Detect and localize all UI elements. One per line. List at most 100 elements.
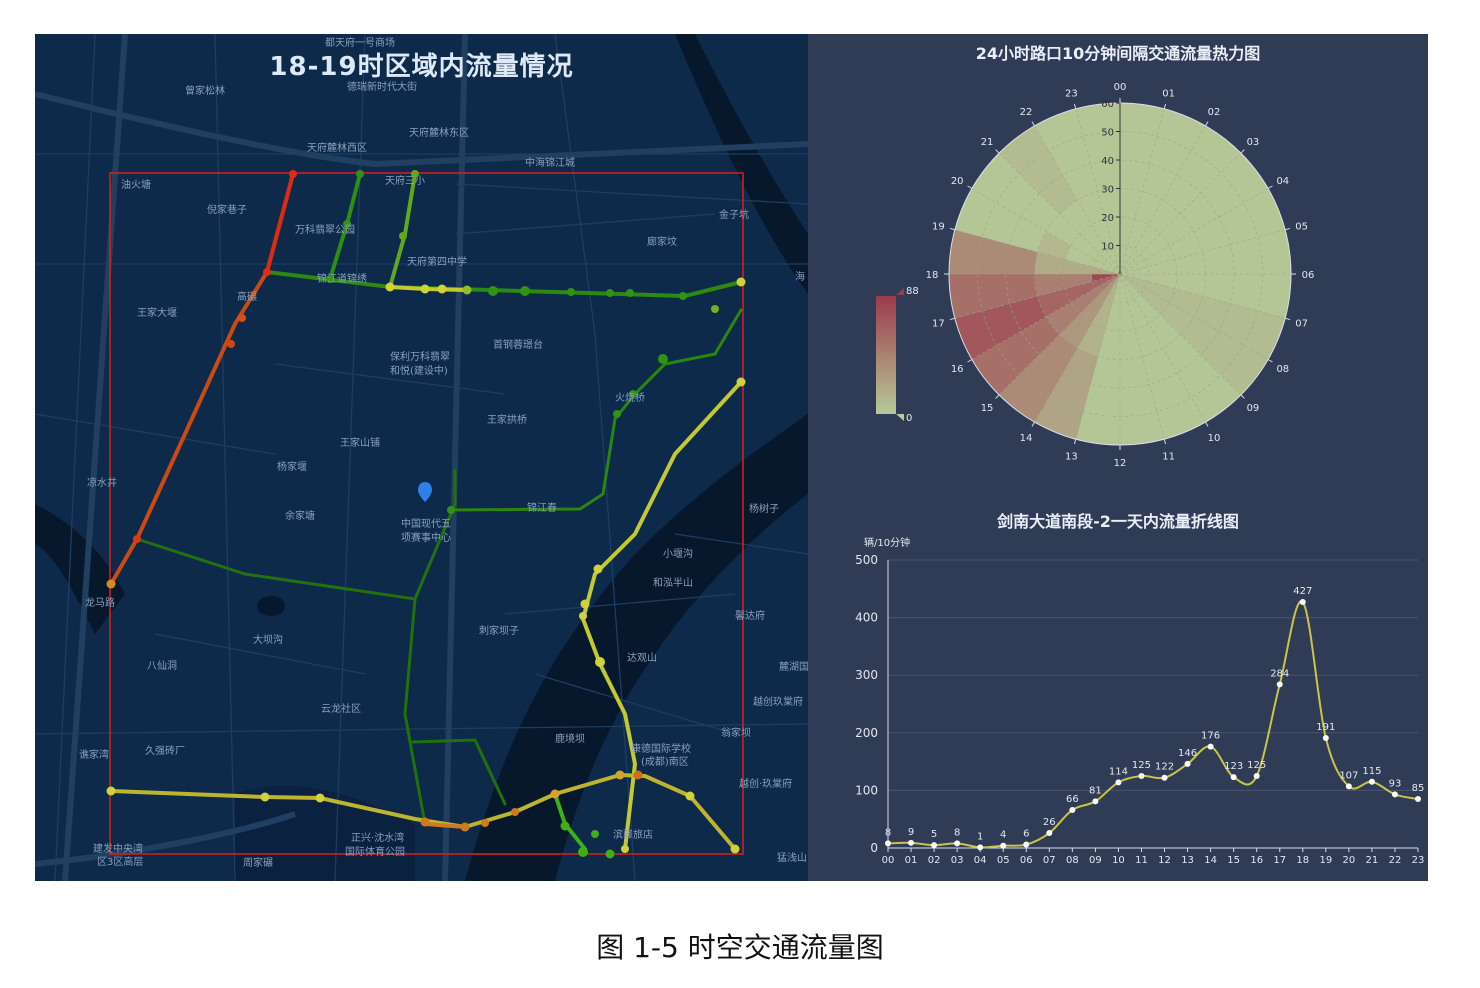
place-label: 首钢蓉璟台 (493, 340, 543, 351)
place-label: 越创玖棠府 (753, 697, 803, 708)
place-label: 曾家松林 (185, 86, 225, 97)
data-point (1184, 760, 1191, 767)
x-tick-label: 10 (1112, 855, 1125, 866)
angle-tick (995, 149, 1000, 154)
data-label: 5 (931, 829, 937, 840)
x-tick-label: 21 (1366, 855, 1379, 866)
x-tick-label: 05 (997, 855, 1010, 866)
x-tick-label: 02 (928, 855, 941, 866)
place-label: 项赛事中心 (401, 533, 451, 544)
data-point (1207, 743, 1214, 750)
data-point (1276, 681, 1283, 688)
radius-tick-label: 30 (1101, 185, 1114, 196)
data-label: 284 (1270, 668, 1289, 679)
angle-tick-label: 02 (1208, 107, 1221, 118)
heat-cell (1257, 273, 1292, 319)
x-tick-label: 00 (882, 855, 895, 866)
data-label: 176 (1201, 731, 1220, 742)
data-point (1000, 842, 1007, 849)
radius-tick-label: 60 (1101, 99, 1114, 110)
data-label: 8 (954, 827, 960, 838)
place-label: 馨达府 (735, 611, 765, 622)
data-point (1368, 778, 1375, 785)
angle-tick-label: 09 (1247, 403, 1260, 414)
angle-tick-label: 07 (1295, 319, 1308, 330)
place-label: 倪家巷子 (207, 205, 247, 216)
place-label: 龙马路 (85, 598, 115, 609)
data-label: 115 (1362, 766, 1381, 777)
angle-tick (1205, 121, 1209, 127)
radius-tick-label: 50 (1101, 128, 1114, 139)
data-label: 191 (1316, 722, 1335, 733)
angle-tick (1240, 149, 1245, 154)
angle-tick-label: 20 (951, 176, 964, 187)
data-point (1046, 830, 1053, 837)
angle-tick-label: 22 (1020, 107, 1033, 118)
visualmap-min-label: 0 (906, 413, 912, 424)
place-label: 猛浅山 (777, 853, 807, 864)
place-label: 天府三小 (385, 176, 425, 187)
data-label: 81 (1089, 785, 1102, 796)
data-point (1161, 774, 1168, 781)
place-label: 金子坑 (719, 210, 749, 221)
data-point (908, 839, 915, 846)
place-label: 油火塘 (121, 180, 151, 191)
y-tick-label: 100 (855, 783, 878, 797)
pond (257, 596, 285, 616)
location-pin-icon (418, 482, 432, 502)
angle-tick (1285, 317, 1291, 321)
data-label: 66 (1066, 794, 1079, 805)
data-label: 85 (1412, 783, 1425, 794)
data-point (1230, 774, 1237, 781)
y-tick-label: 200 (855, 726, 878, 740)
place-label: 天府麓林西区 (307, 143, 367, 154)
x-tick-label: 06 (1020, 855, 1033, 866)
place-label: 云龙社区 (321, 704, 361, 715)
angle-tick-label: 01 (1162, 88, 1175, 99)
place-label: 滨驿旅店 (613, 830, 653, 841)
x-tick-label: 14 (1204, 855, 1217, 866)
place-label: 八仙洞 (147, 661, 177, 672)
data-label: 93 (1389, 778, 1402, 789)
place-label: 刺家坝子 (479, 626, 519, 637)
heat-cell (1075, 411, 1121, 446)
data-point (1415, 796, 1421, 803)
flow-west-top (265, 172, 295, 274)
place-label: 杨树子 (749, 504, 779, 515)
angle-tick (1285, 227, 1291, 231)
angle-tick (967, 359, 973, 363)
data-label: 125 (1247, 760, 1266, 771)
angle-tick-label: 11 (1162, 452, 1175, 463)
angle-tick-label: 06 (1302, 270, 1315, 281)
angle-tick-label: 14 (1020, 433, 1033, 444)
place-label: 翁家坝 (721, 728, 751, 739)
data-point (1069, 806, 1076, 813)
place-label: 中国现代五 (401, 519, 451, 530)
flow-loop (411, 738, 507, 806)
y-axis-label: 辆/10分钟 (864, 536, 910, 549)
angle-tick (995, 394, 1000, 399)
flow-north-spur-b (388, 172, 417, 289)
angle-tick-label: 00 (1114, 82, 1127, 93)
x-tick-label: 12 (1158, 855, 1171, 866)
x-tick-label: 09 (1089, 855, 1102, 866)
place-label: 海 (795, 272, 805, 283)
data-label: 8 (885, 827, 891, 838)
data-label: 123 (1224, 761, 1243, 772)
angle-tick-label: 18 (926, 270, 939, 281)
x-tick-label: 08 (1066, 855, 1079, 866)
angle-tick (967, 185, 973, 189)
angle-tick (949, 317, 955, 321)
place-label: 久强砖厂 (145, 746, 185, 757)
data-point (1299, 599, 1306, 606)
data-point (1345, 783, 1352, 790)
data-point (1322, 734, 1329, 741)
data-point (885, 840, 891, 847)
x-tick-label: 23 (1412, 855, 1425, 866)
visualmap-max-label: 88 (906, 286, 919, 297)
angle-tick (1073, 103, 1077, 109)
x-tick-label: 20 (1343, 855, 1356, 866)
series-line (887, 600, 1419, 849)
angle-tick-label: 04 (1276, 176, 1289, 187)
figure-caption: 图 1-5 时空交通流量图 (596, 931, 884, 964)
